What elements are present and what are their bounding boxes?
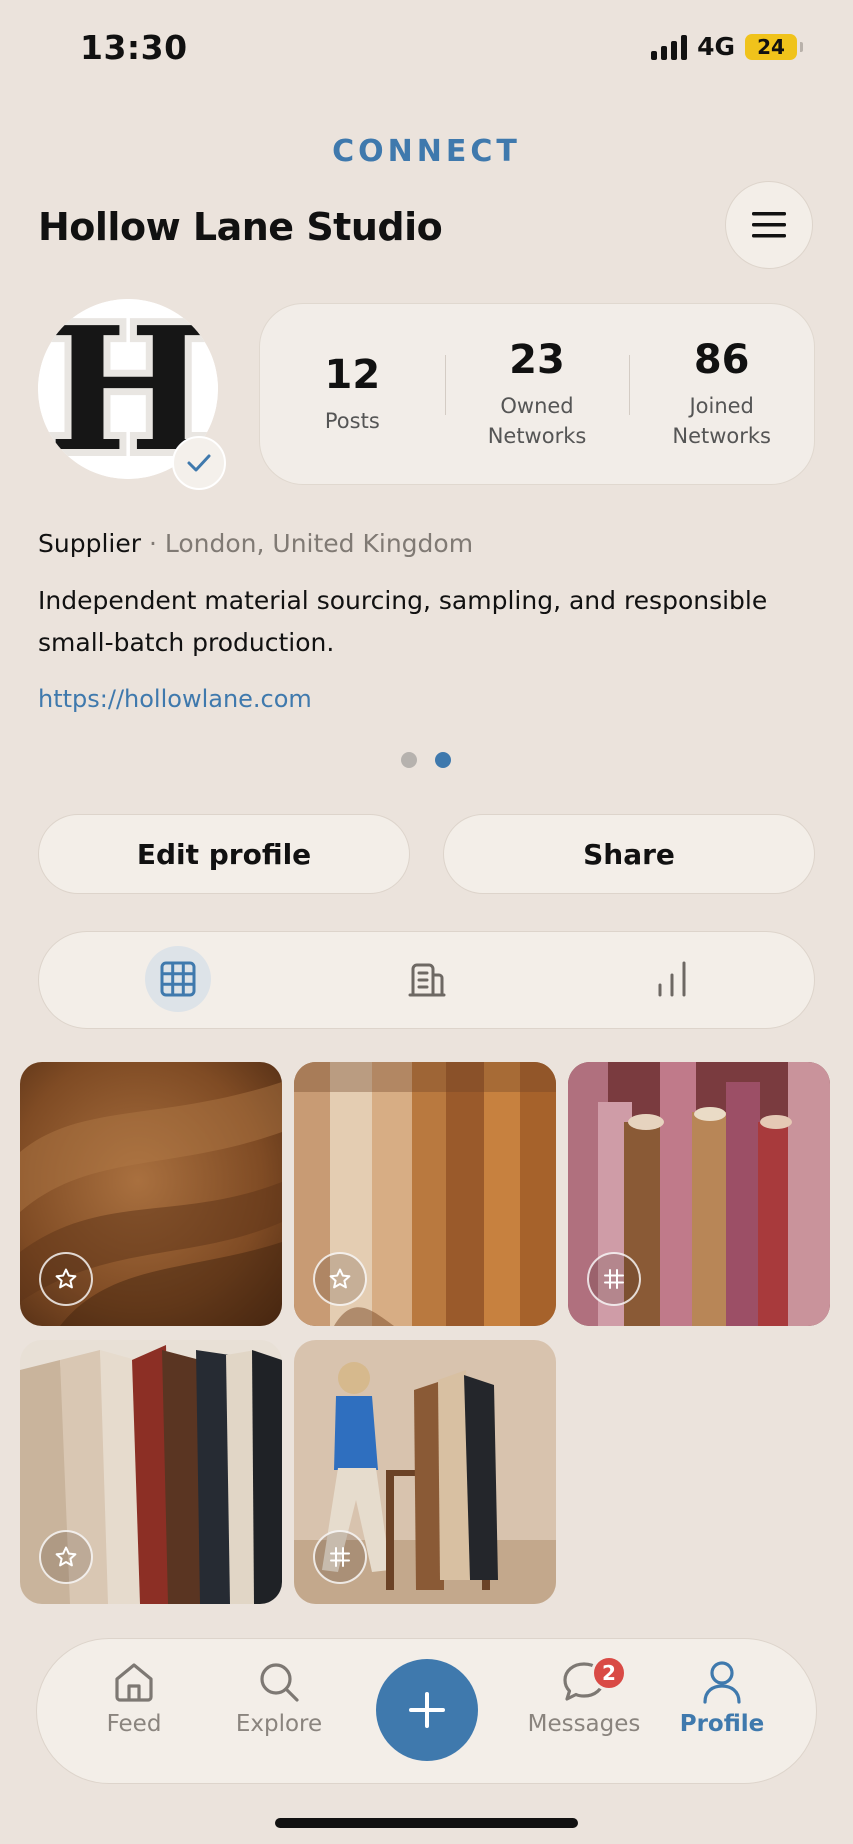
pager-dot-active[interactable] (435, 752, 451, 768)
battery-level: 24 (757, 34, 785, 59)
share-button[interactable]: Share (443, 814, 815, 894)
post-badge (587, 1252, 641, 1306)
hamburger-icon (752, 212, 786, 238)
edit-profile-button[interactable]: Edit profile (38, 814, 410, 894)
post-tile[interactable] (20, 1062, 282, 1326)
hash-icon (604, 1269, 624, 1289)
check-icon (187, 454, 211, 472)
building-icon (408, 963, 446, 997)
bottom-tab-bar: Feed Explore 2 Messages Profile (36, 1638, 817, 1784)
nav-feed[interactable]: Feed (69, 1659, 199, 1737)
menu-button[interactable] (725, 181, 813, 269)
stat-joined-networks[interactable]: 86 Joined Networks (629, 337, 814, 451)
status-time: 13:30 (80, 28, 188, 67)
profile-bio: Independent material sourcing, sampling,… (38, 586, 768, 657)
nav-label: Profile (679, 1711, 765, 1737)
tab-insights[interactable] (639, 946, 705, 1012)
tab-grid[interactable] (145, 946, 211, 1012)
verified-badge (172, 436, 226, 490)
profile-location: London, United Kingdom (164, 529, 474, 558)
bio-pager (401, 752, 451, 768)
unread-badge: 2 (591, 1655, 627, 1691)
status-indicators: 4G 24 (651, 32, 803, 61)
content-tabs (38, 931, 815, 1029)
app-brand: CONNECT (332, 134, 521, 169)
stat-value: 86 (693, 337, 750, 383)
profile-website-link[interactable]: https://hollowlane.com (38, 685, 312, 713)
stat-value: 12 (324, 352, 381, 398)
post-badge (313, 1252, 367, 1306)
battery-icon: 24 (745, 33, 803, 60)
user-icon (703, 1661, 741, 1704)
star-icon (329, 1268, 351, 1289)
nav-messages[interactable]: 2 Messages (519, 1655, 649, 1737)
nav-label: Feed (106, 1711, 162, 1737)
profile-stats: 12 Posts 23 Owned Networks 86 Joined Net… (259, 303, 815, 485)
signal-icon (651, 34, 688, 60)
star-icon (55, 1268, 77, 1289)
post-tile[interactable] (294, 1062, 556, 1326)
star-icon (55, 1546, 77, 1567)
network-type: 4G (697, 32, 735, 61)
nav-label: Messages (527, 1711, 641, 1737)
stat-owned-networks[interactable]: 23 Owned Networks (444, 337, 630, 451)
search-icon (260, 1663, 299, 1702)
stat-label: Posts (324, 409, 380, 433)
stat-posts[interactable]: 12 Posts (260, 352, 445, 436)
separator: · (141, 529, 165, 558)
nav-explore[interactable]: Explore (214, 1659, 344, 1737)
post-tile[interactable] (294, 1340, 556, 1604)
stat-value: 23 (509, 337, 565, 383)
home-icon (115, 1663, 153, 1702)
tab-companies[interactable] (394, 946, 460, 1012)
post-tile[interactable] (20, 1340, 282, 1604)
profile-category: Supplier (38, 529, 142, 558)
nav-label: Explore (235, 1711, 323, 1737)
pager-dot[interactable] (401, 752, 417, 768)
post-tile[interactable] (568, 1062, 830, 1326)
bar-chart-icon (658, 961, 686, 997)
grid-icon (160, 961, 196, 997)
hash-icon (330, 1547, 350, 1567)
plus-icon (409, 1692, 445, 1728)
stat-label: Joined Networks (672, 394, 771, 448)
post-badge (313, 1530, 367, 1584)
category-location: Supplier · London, United Kingdom (38, 529, 473, 558)
home-indicator (275, 1818, 578, 1828)
create-post-button[interactable] (376, 1659, 478, 1761)
profile-name: Hollow Lane Studio (38, 205, 443, 249)
stat-label: Owned Networks (487, 394, 587, 448)
nav-profile[interactable]: Profile (657, 1659, 787, 1737)
post-badge (39, 1530, 93, 1584)
post-badge (39, 1252, 93, 1306)
